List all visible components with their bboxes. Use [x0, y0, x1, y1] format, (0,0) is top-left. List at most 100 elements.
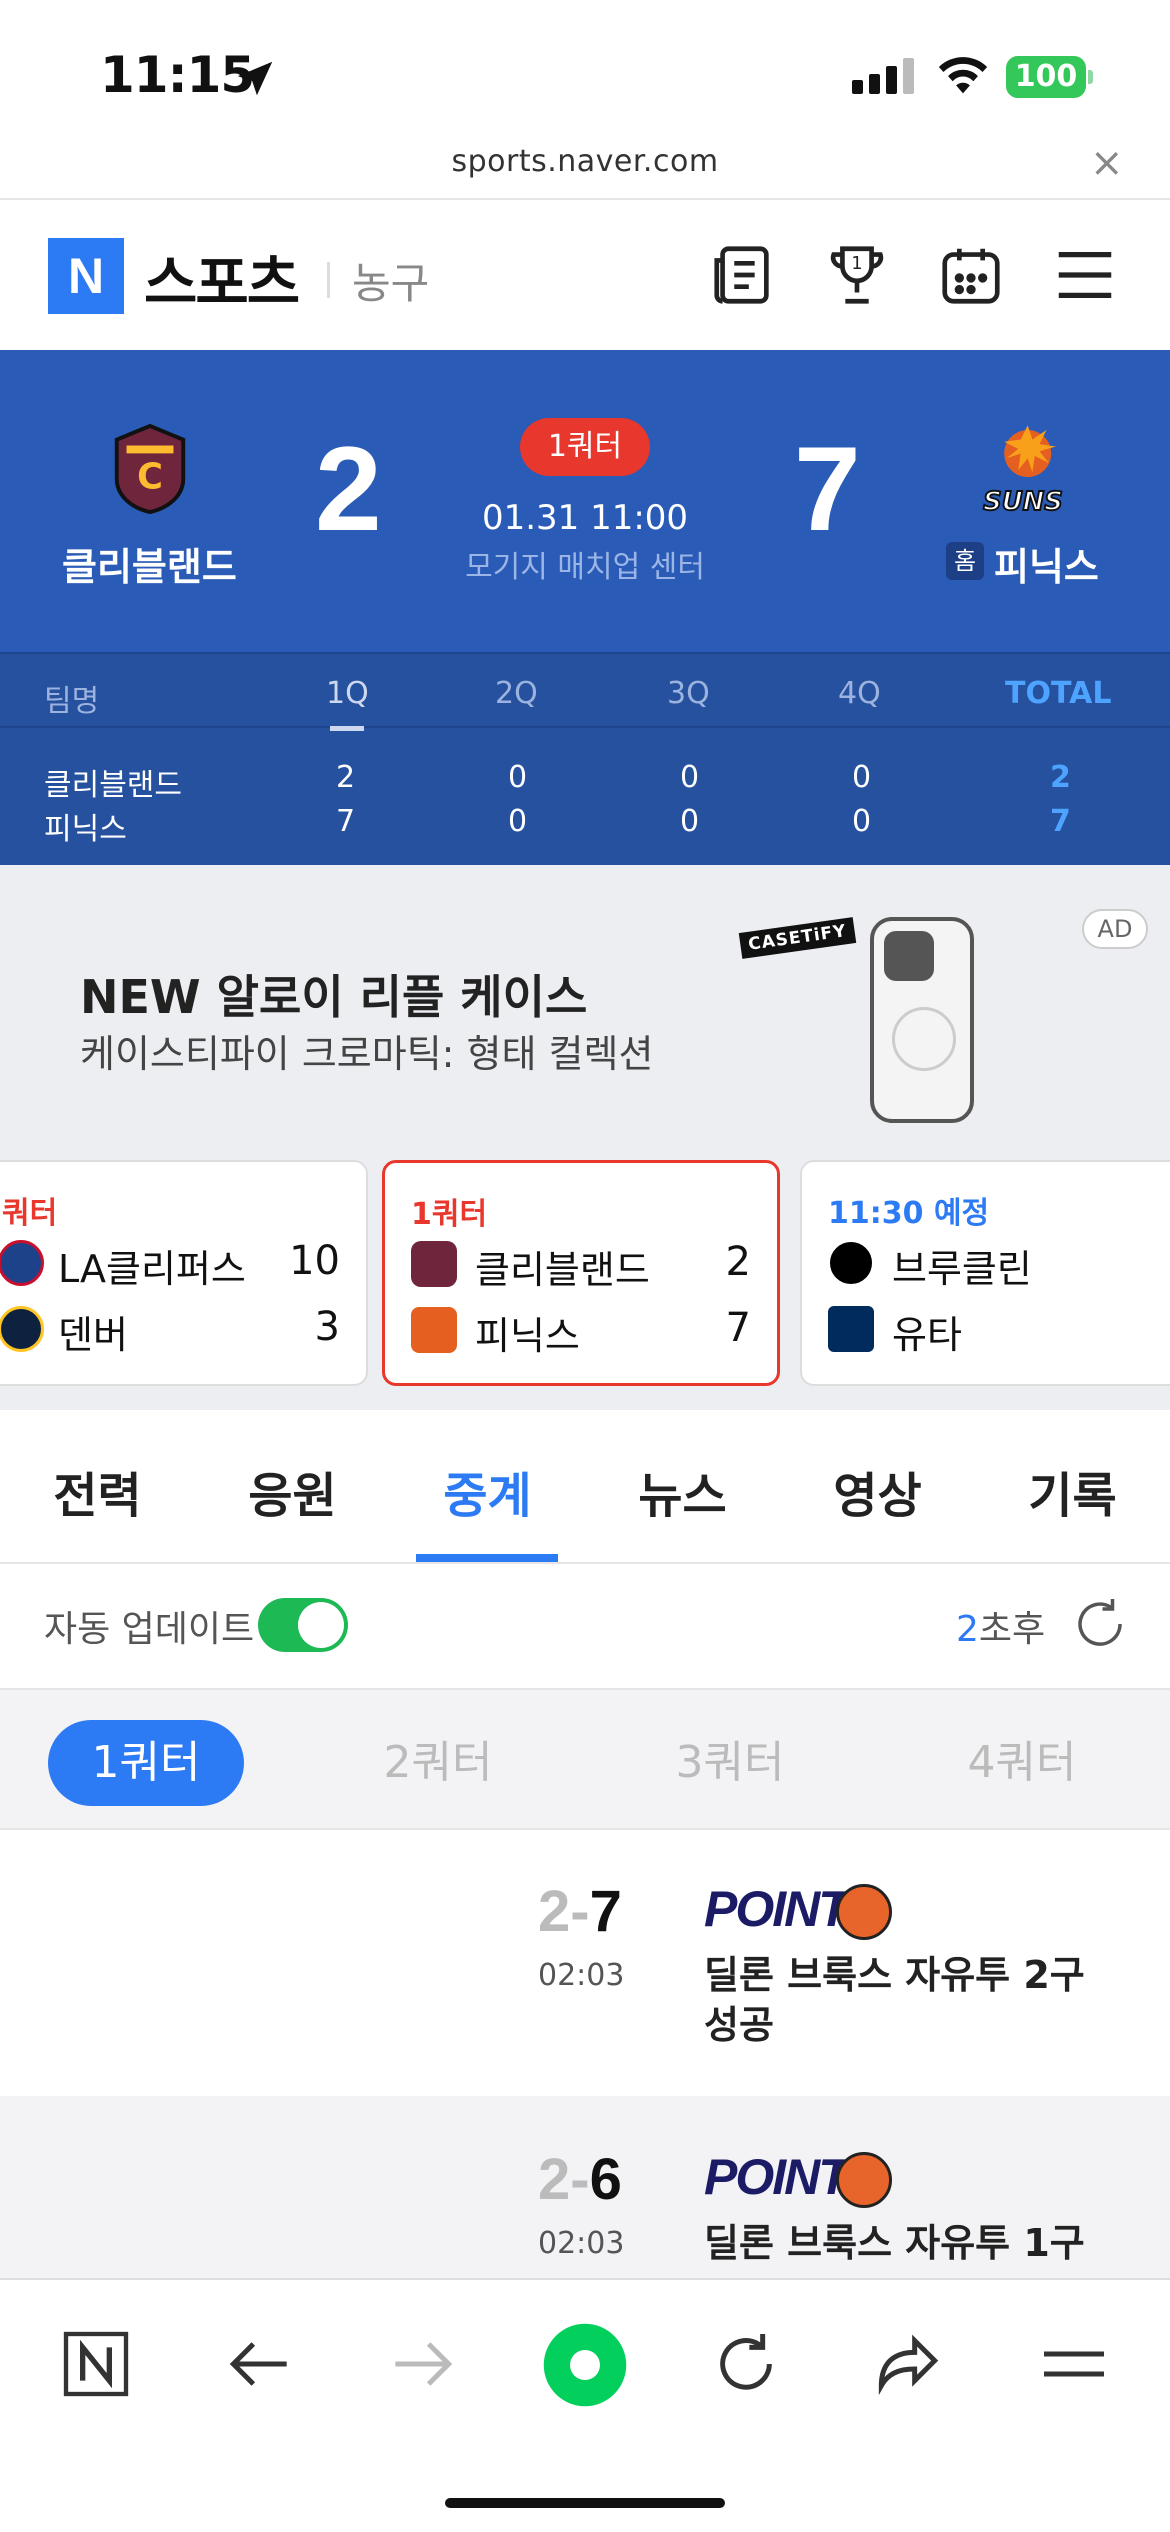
basketball-icon	[836, 2152, 892, 2208]
game-venue: 모기지 매치업 센터	[465, 550, 705, 585]
cellular-signal-icon	[852, 58, 920, 94]
menu-icon[interactable]	[1034, 2324, 1114, 2404]
countdown-number: 2	[956, 1609, 979, 1650]
tab-relay[interactable]: 중계	[390, 1456, 585, 1526]
table-cell: 0	[852, 804, 872, 839]
event-score-separator: -	[570, 2147, 590, 2212]
game-card-team: 피닉스	[475, 1314, 580, 1358]
status-bar: 11:15 100	[0, 0, 1170, 140]
game-card-score: 3	[314, 1304, 340, 1350]
game-card-score: 10	[289, 1238, 340, 1284]
table-cell-total: 2	[1050, 760, 1071, 795]
table-header-1q: 1Q	[326, 676, 369, 711]
quarter-tab-1[interactable]: 1쿼터	[48, 1720, 244, 1806]
suns-logo-icon	[411, 1307, 457, 1353]
menu-icon[interactable]	[1050, 240, 1120, 310]
current-quarter-indicator	[330, 726, 364, 731]
game-card-status: 1쿼터	[411, 1197, 488, 1232]
game-card[interactable]: 쿼터 LA클리퍼스 10 덴버 3	[0, 1160, 368, 1386]
game-datetime: 01.31 11:00	[481, 498, 689, 538]
ad-title[interactable]: NEW 알로이 리플 케이스	[80, 961, 587, 1027]
site-header: N 스포츠 농구 1	[0, 200, 1170, 350]
table-header-2q: 2Q	[495, 676, 538, 711]
event-description: 딜론 브룩스 자유투 2구 성공	[704, 1953, 1085, 2047]
quarter-tabs: 1쿼터 2쿼터 3쿼터 4쿼터	[0, 1688, 1170, 1830]
ad-brand-logo: CASETiFY	[738, 917, 857, 959]
calendar-icon[interactable]	[936, 240, 1006, 310]
green-dot-icon[interactable]	[540, 2320, 630, 2410]
update-countdown: 2초후	[956, 1600, 1045, 1652]
quarter-tab-3[interactable]: 3쿼터	[632, 1720, 828, 1806]
naver-home-icon[interactable]	[56, 2324, 136, 2404]
table-cell: 7	[336, 804, 356, 839]
suns-logo-icon: SUNS	[982, 425, 1064, 518]
site-title[interactable]: 스포츠	[144, 236, 300, 320]
event-score: 2-6	[538, 2146, 622, 2213]
table-cell: 0	[680, 760, 700, 795]
game-card-status: 11:30 예정	[828, 1196, 990, 1231]
table-divider	[0, 726, 1170, 728]
event-away-score: 2	[538, 1879, 571, 1944]
jazz-logo-icon	[828, 1306, 874, 1352]
svg-text:SUNS: SUNS	[983, 487, 1063, 517]
event-time: 02:03	[538, 1958, 625, 1993]
game-card-team: 덴버	[58, 1313, 128, 1357]
back-arrow-icon[interactable]	[220, 2324, 300, 2404]
auto-update-toggle[interactable]	[258, 1598, 348, 1652]
title-divider	[327, 262, 330, 298]
naver-logo[interactable]: N	[48, 238, 124, 314]
game-card-status: 쿼터	[2, 1196, 58, 1231]
close-icon[interactable]: ×	[1090, 140, 1124, 186]
section-title[interactable]: 농구	[352, 250, 429, 311]
tab-video[interactable]: 영상	[780, 1456, 975, 1526]
auto-update-label: 자동 업데이트	[44, 1609, 255, 1650]
quarter-tab-4[interactable]: 4쿼터	[924, 1720, 1120, 1806]
home-team-name[interactable]: 클리블랜드	[62, 536, 237, 591]
game-card-team: 브루클린	[892, 1247, 1032, 1291]
wifi-icon	[938, 57, 988, 94]
location-arrow-icon	[237, 61, 273, 96]
event-away-score: 2	[538, 2147, 571, 2212]
game-card-selected[interactable]: 1쿼터 클리블랜드 2 피닉스 7	[382, 1160, 780, 1386]
home-indicator	[445, 2498, 725, 2508]
game-card-team: LA클리퍼스	[58, 1247, 246, 1291]
event-time: 02:03	[538, 2226, 625, 2261]
home-badge: 홈	[946, 542, 984, 580]
forward-arrow-icon[interactable]	[382, 2324, 462, 2404]
cavaliers-logo-icon: C	[114, 424, 186, 514]
quarter-tab-2[interactable]: 2쿼터	[340, 1720, 536, 1806]
game-card-score: 2	[725, 1239, 751, 1285]
table-header-team: 팀명	[44, 684, 100, 719]
game-card-team: 유타	[892, 1313, 962, 1357]
table-header-total: TOTAL	[1005, 676, 1112, 711]
news-list-icon[interactable]	[708, 240, 778, 310]
away-team-name[interactable]: 피닉스	[994, 536, 1099, 591]
refresh-icon[interactable]	[1070, 1594, 1130, 1654]
countdown-suffix: 초후	[978, 1609, 1046, 1650]
browser-toolbar	[0, 2278, 1170, 2532]
table-header-3q: 3Q	[667, 676, 710, 711]
tab-cheer[interactable]: 응원	[195, 1456, 390, 1526]
trophy-icon[interactable]: 1	[822, 240, 892, 310]
clippers-logo-icon	[0, 1240, 44, 1286]
tab-lineup[interactable]: 전력	[0, 1456, 195, 1526]
ad-banner[interactable]: NEW 알로이 리플 케이스 케이스티파이 크로마틱: 형태 컬렉션 CASET…	[0, 865, 1170, 1160]
table-cell: 0	[508, 760, 528, 795]
ad-badge[interactable]: AD	[1082, 909, 1148, 949]
nets-logo-icon	[828, 1240, 874, 1286]
game-carousel[interactable]: 쿼터 LA클리퍼스 10 덴버 3 1쿼터 클리블랜드 2 피닉스 7 11:3…	[0, 1160, 1170, 1410]
game-card-team: 클리블랜드	[475, 1248, 650, 1292]
game-card-score: 7	[725, 1305, 751, 1351]
game-card[interactable]: 11:30 예정 브루클린 유타	[800, 1160, 1170, 1386]
table-cell: 2	[336, 760, 356, 795]
url-bar[interactable]: sports.naver.com ×	[0, 140, 1170, 200]
reload-icon[interactable]	[706, 2324, 786, 2404]
share-icon[interactable]	[868, 2324, 948, 2404]
battery-nub	[1088, 70, 1093, 84]
ad-subtitle[interactable]: 케이스티파이 크로마틱: 형태 컬렉션	[80, 1023, 653, 1078]
url-text[interactable]: sports.naver.com	[0, 144, 1170, 179]
ad-product-image[interactable]	[870, 917, 974, 1123]
basketball-icon	[836, 1884, 892, 1940]
tab-news[interactable]: 뉴스	[585, 1456, 780, 1526]
tab-records[interactable]: 기록	[975, 1456, 1170, 1526]
